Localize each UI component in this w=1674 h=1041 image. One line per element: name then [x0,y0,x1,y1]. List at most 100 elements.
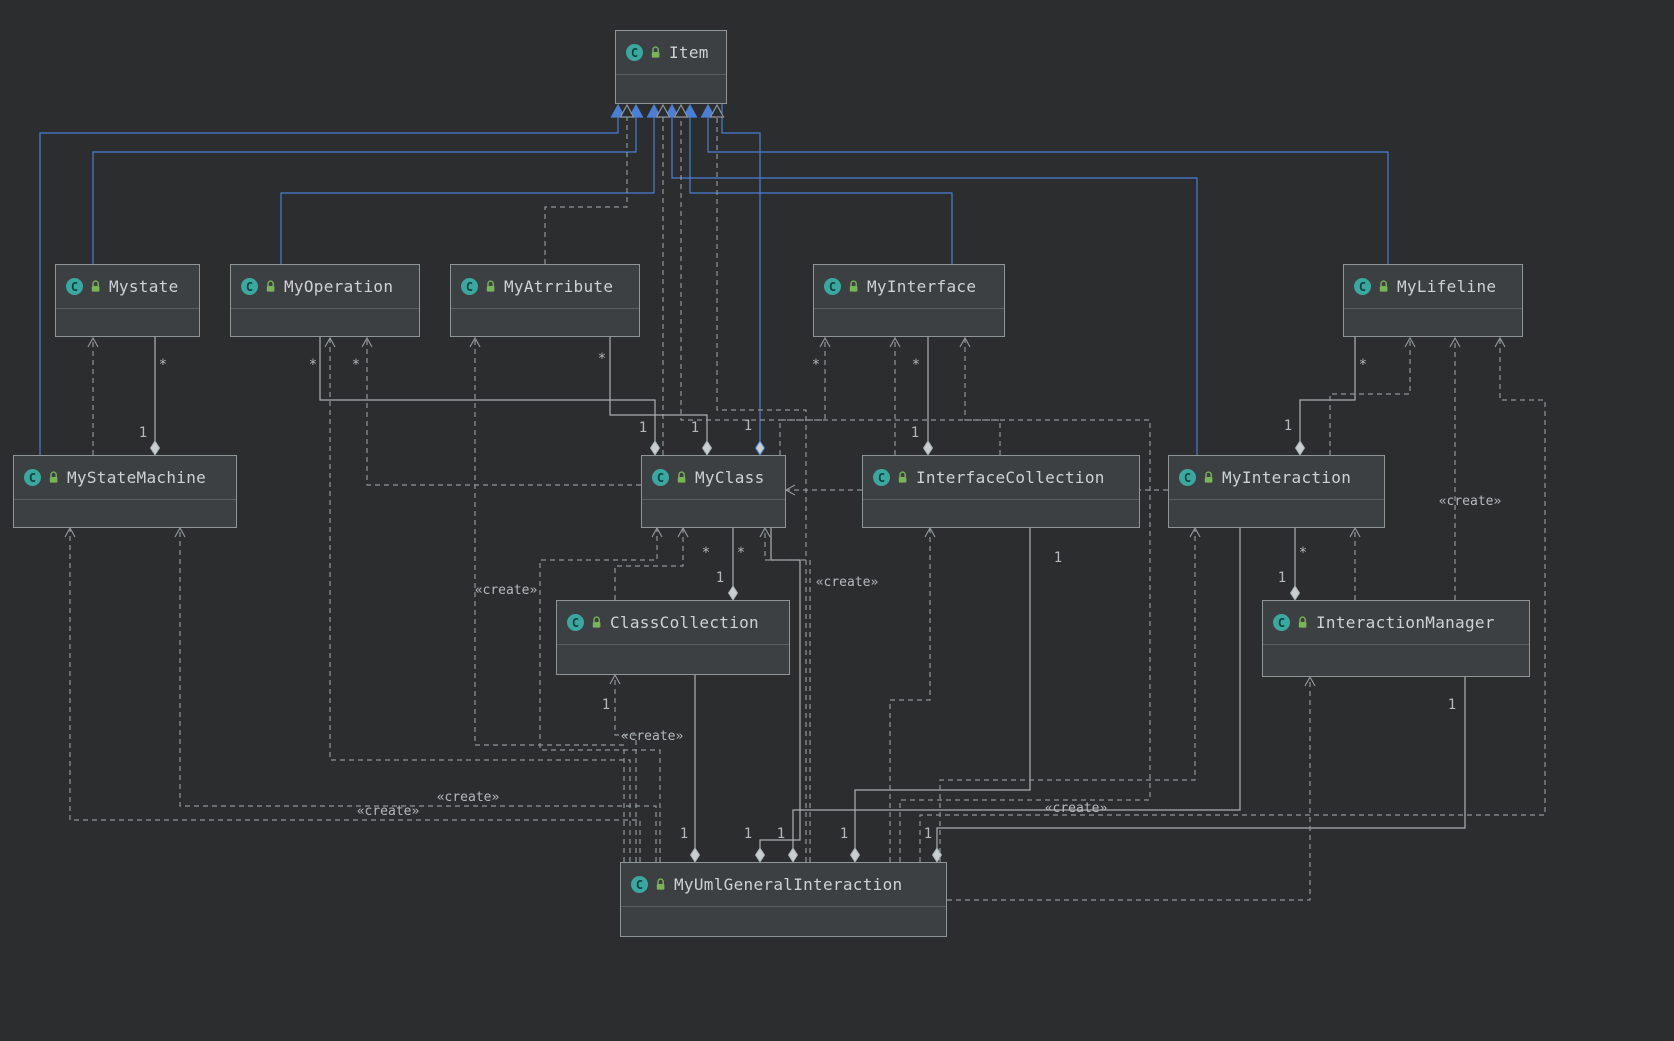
edge-gen-myoperation-item[interactable] [280,103,662,264]
class-node-header: C MyOperation [231,265,419,308]
edge-dep-myclass-myinterface[interactable]: * [779,336,831,455]
class-name: MyAtrribute [504,277,614,296]
edge-dep-myuml-mystatemachine-1[interactable]: «create» [64,526,641,862]
class-name: ClassCollection [610,613,759,632]
class-node-body [642,499,785,527]
class-node-body [14,499,236,527]
edge-label: 1 [680,826,688,842]
class-icon: C [631,876,648,893]
class-icon: C [241,278,258,295]
class-node-body [1263,644,1529,676]
edge-label: «create» [1439,494,1502,509]
class-name: MyInteraction [1222,468,1352,487]
edge-label: * [812,357,820,373]
lock-icon [1297,616,1309,629]
class-node-header: C MyClass [642,456,785,499]
class-node-body [1169,499,1384,527]
class-icon: C [1179,469,1196,486]
class-node-header: C Item [616,31,726,74]
class-node-header: C MyAtrribute [451,265,639,308]
edge-label: * [1359,357,1367,373]
class-node-header: C MyLifeline [1344,265,1522,308]
edge-label: 1 [1054,550,1062,566]
class-node-myumlgeneralinteraction[interactable]: C MyUmlGeneralInteraction [620,862,947,937]
edge-dep-myatrribute-item[interactable] [544,103,635,264]
class-icon: C [461,278,478,295]
edge-dep-myclass-item[interactable] [655,103,671,455]
edge-label: 1 [1278,570,1286,586]
edge-label: * [702,545,710,561]
edge-dep-mystatemachine-mystate[interactable] [87,336,99,455]
edge-dep-myuml-classcollection[interactable]: 1 «create» [602,673,684,862]
edge-dep-interactionmanager-myinteraction[interactable] [1349,526,1361,600]
class-name: InterfaceCollection [916,468,1105,487]
lock-icon [591,616,603,629]
edge-agg-myclass-classcollection[interactable]: *1 [716,528,745,601]
edge-gen-myinterface-item[interactable] [682,103,953,264]
lock-icon [90,280,102,293]
class-node-item[interactable]: C Item [615,30,727,104]
edge-dep-myuml-interfacecollection[interactable] [889,526,936,862]
edge-agg-item-myclass[interactable]: 1 [721,104,766,456]
class-node-body [1344,308,1522,336]
lock-icon [1203,471,1215,484]
class-node-body [863,499,1139,527]
lock-icon [897,471,909,484]
class-node-classcollection[interactable]: C ClassCollection [556,600,790,675]
edge-label: * [598,351,606,367]
class-node-mystate[interactable]: C Mystate [55,264,200,337]
edge-label: * [352,357,360,373]
edge-label: * [737,545,745,561]
edge-agg-mystate-mystatemachine[interactable]: *1 [139,337,167,456]
class-node-myatrribute[interactable]: C MyAtrribute [450,264,640,337]
class-node-interfacecollection[interactable]: C InterfaceCollection [862,455,1140,528]
class-icon: C [1273,614,1290,631]
edge-label: «create» [1045,801,1108,816]
edge-agg-classcollection-myuml[interactable]: 1 [680,675,701,863]
edge-dep-classcollection-myclass[interactable]: * [614,526,710,600]
edge-dep-myinteraction-mylifeline[interactable] [1329,336,1416,455]
edge-dep-interfacecollection-myinterface[interactable] [889,336,901,455]
lock-icon [265,280,277,293]
edge-label: * [912,357,920,373]
edge-dep-interactionmanager-mylifeline[interactable]: «create» [1439,336,1502,600]
class-node-interactionmanager[interactable]: C InteractionManager [1262,600,1530,677]
edge-dep-myuml-myclass-1[interactable]: «create» [475,526,663,862]
class-node-mystatemachine[interactable]: C MyStateMachine [13,455,237,528]
class-node-myclass[interactable]: C MyClass [641,455,786,528]
class-name: MyClass [695,468,765,487]
class-node-header: C MyInterface [814,265,1004,308]
edge-agg-interactionmanager-myuml[interactable]: 11 [924,677,1466,863]
class-node-header: C InteractionManager [1263,601,1529,644]
edge-dep-myuml-interactionmanager[interactable] [947,675,1316,901]
edge-label: «create» [475,583,538,598]
edge-label: 1 [924,826,932,842]
edge-agg-myinterface-interfacecollection[interactable]: *1 [911,337,934,456]
edge-label: 1 [840,826,848,842]
lock-icon [48,471,60,484]
class-node-myinterface[interactable]: C MyInterface [813,264,1005,337]
edge-agg-myoperation-myclass[interactable]: *1 [309,337,661,456]
edge-label: 1 [602,697,610,713]
edge-label: 1 [911,425,919,441]
edge-agg-mylifeline-myinteraction[interactable]: *1 [1284,337,1367,456]
class-name: Mystate [109,277,179,296]
edge-agg-myclass-myuml[interactable]: 1 [744,528,801,863]
class-node-myinteraction[interactable]: C MyInteraction [1168,455,1385,528]
class-name: InteractionManager [1316,613,1495,632]
edge-label: 1 [744,826,752,842]
lock-icon [1378,280,1390,293]
class-name: MyLifeline [1397,277,1497,296]
edge-dep-myuml-myclass-2[interactable]: «create» [759,526,878,862]
class-node-body [56,308,199,336]
class-node-myoperation[interactable]: C MyOperation [230,264,420,337]
edge-dep-myuml-myinterface[interactable] [899,336,1151,862]
class-node-body [231,308,419,336]
class-icon: C [824,278,841,295]
edge-gen-mylifeline-item[interactable] [700,103,1389,264]
lock-icon [655,878,667,891]
class-node-mylifeline[interactable]: C MyLifeline [1343,264,1523,337]
edge-gen-mystate-item[interactable] [92,103,644,264]
edge-agg-myinteraction-interactionmanager[interactable]: *1 [1278,528,1307,601]
class-icon: C [567,614,584,631]
